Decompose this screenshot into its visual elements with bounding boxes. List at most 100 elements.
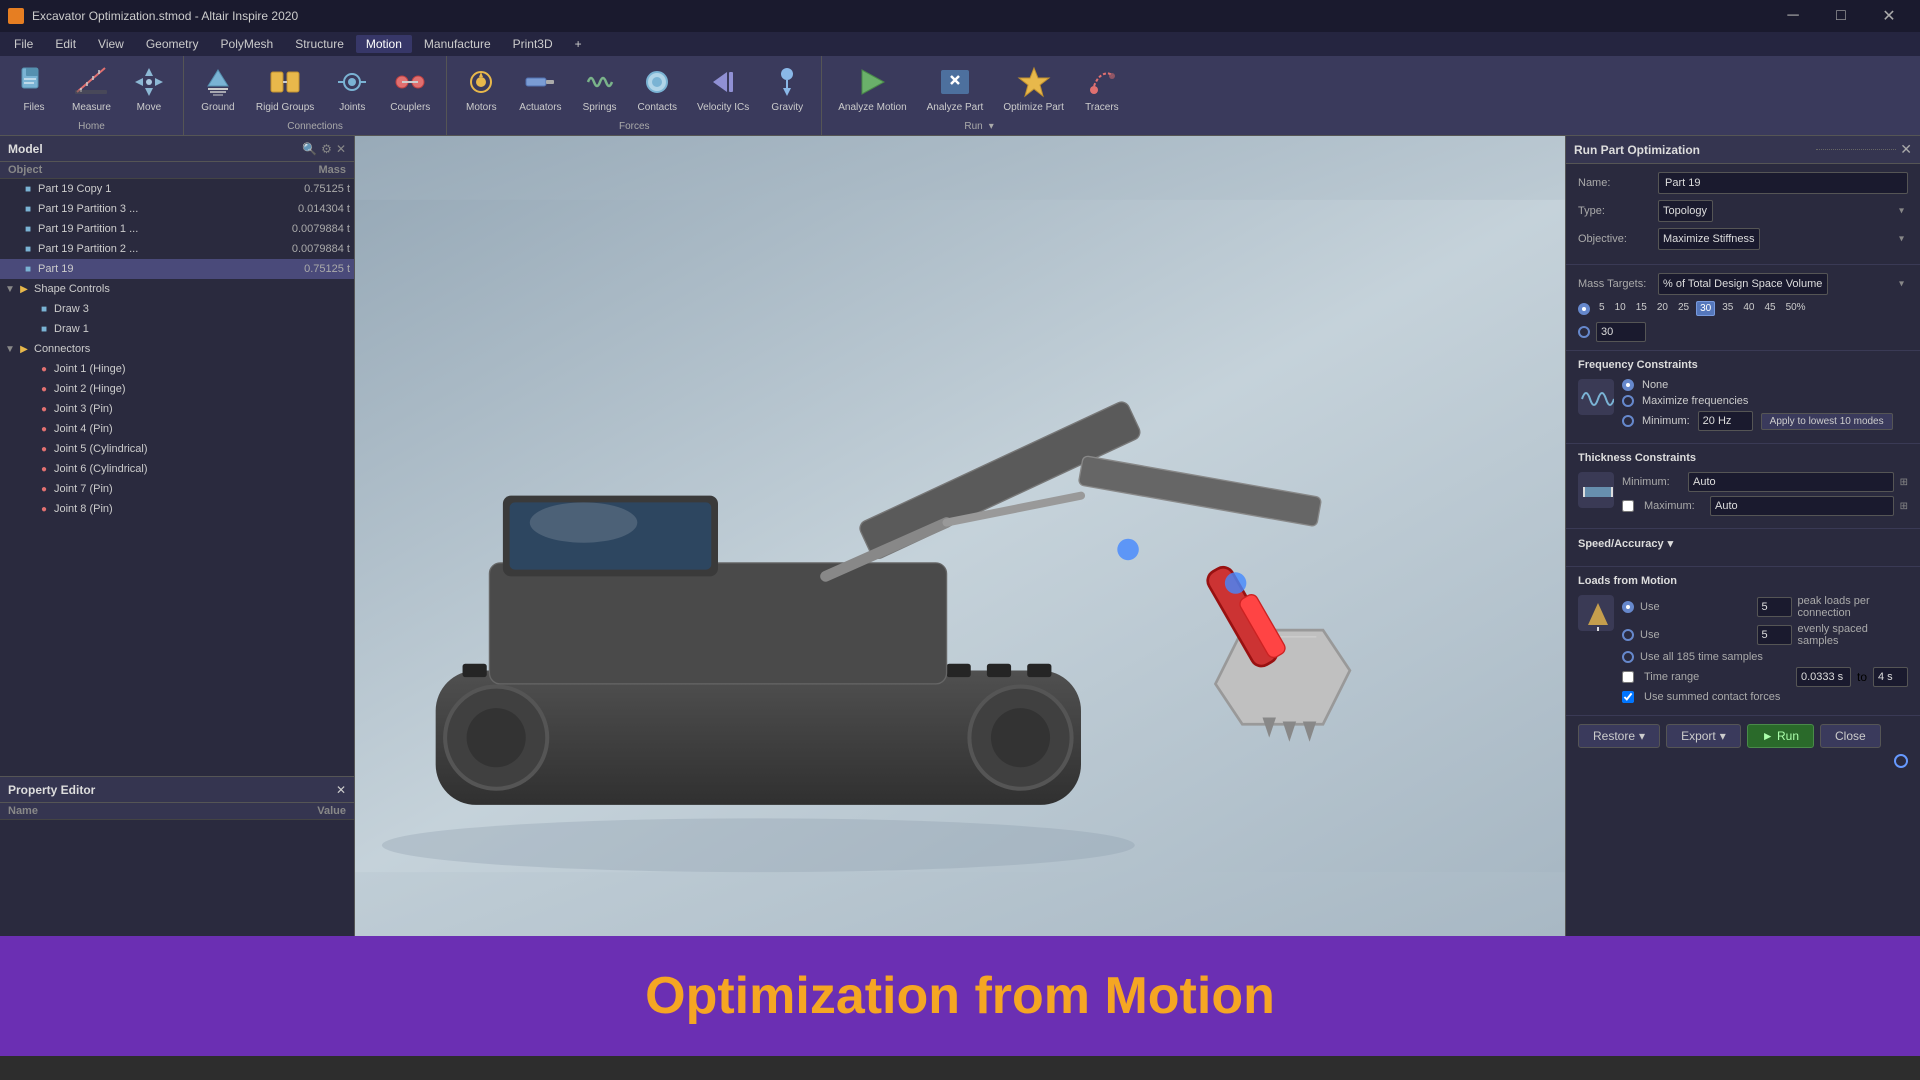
loads-peak-input[interactable] xyxy=(1757,597,1792,617)
loads-time-checkbox[interactable] xyxy=(1622,671,1634,683)
thick-min-row: Minimum: ⊞ xyxy=(1622,472,1908,492)
minimize-button[interactable]: ─ xyxy=(1770,0,1816,32)
tree-item-part19[interactable]: ■ Part 19 0.75125 t xyxy=(0,259,354,279)
tree-item-joint4[interactable]: ● Joint 4 (Pin) xyxy=(0,419,354,439)
menu-structure[interactable]: Structure xyxy=(285,35,354,53)
percent-radio-custom[interactable] xyxy=(1578,326,1590,338)
toolbar-tracers[interactable]: Tracers xyxy=(1076,60,1128,117)
loads-summed-checkbox[interactable] xyxy=(1622,691,1634,703)
tree-item-part19-partition2[interactable]: ■ Part 19 Partition 2 ... 0.0079884 t xyxy=(0,239,354,259)
pct-35[interactable]: 35 xyxy=(1719,301,1736,316)
tree-item-part19-copy1[interactable]: ■ Part 19 Copy 1 0.75125 t xyxy=(0,179,354,199)
tree-item-shape-controls[interactable]: ▼ ▶ Shape Controls xyxy=(0,279,354,299)
toolbar-move[interactable]: Move xyxy=(123,60,175,117)
maximize-button[interactable]: □ xyxy=(1818,0,1864,32)
menu-file[interactable]: File xyxy=(4,35,43,53)
toolbar-forces-label: Forces xyxy=(619,117,650,132)
toolbar-motors[interactable]: Motors xyxy=(455,60,507,117)
freq-maximize-radio[interactable] xyxy=(1622,395,1634,407)
tree-item-joint1[interactable]: ● Joint 1 (Hinge) xyxy=(0,359,354,379)
menu-print3d[interactable]: Print3D xyxy=(503,35,563,53)
toolbar-contacts[interactable]: Contacts xyxy=(630,60,685,117)
pct-5[interactable]: 5 xyxy=(1596,301,1608,316)
tree-item-part19-partition1[interactable]: ■ Part 19 Partition 1 ... 0.0079884 t xyxy=(0,219,354,239)
menu-motion[interactable]: Motion xyxy=(356,35,412,53)
thick-min-input[interactable] xyxy=(1688,472,1894,492)
name-input[interactable] xyxy=(1658,172,1908,194)
menu-polymesh[interactable]: PolyMesh xyxy=(211,35,284,53)
tree-item-joint3[interactable]: ● Joint 3 (Pin) xyxy=(0,399,354,419)
toolbar-velocity-ics[interactable]: Velocity ICs xyxy=(689,60,757,117)
loads-all-radio[interactable] xyxy=(1622,651,1634,663)
tree-item-connectors[interactable]: ▼ ▶ Connectors xyxy=(0,339,354,359)
pct-25[interactable]: 25 xyxy=(1675,301,1692,316)
menu-view[interactable]: View xyxy=(88,35,134,53)
run-button[interactable]: ► Run xyxy=(1747,724,1814,748)
toggle-icon[interactable]: ▼ xyxy=(4,343,16,355)
loads-time-start-input[interactable] xyxy=(1796,667,1851,687)
toolbar-rigid-groups[interactable]: Rigid Groups xyxy=(248,60,322,117)
toolbar-files[interactable]: Files xyxy=(8,60,60,117)
objective-row: Objective: Maximize Stiffness ▾ xyxy=(1578,228,1908,250)
panel-settings-icon[interactable]: ⚙ xyxy=(321,142,332,156)
type-select[interactable]: Topology xyxy=(1658,200,1713,222)
tree-item-part19-partition3[interactable]: ■ Part 19 Partition 3 ... 0.014304 t xyxy=(0,199,354,219)
panel-close-icon[interactable]: ✕ xyxy=(336,142,346,156)
pct-20[interactable]: 20 xyxy=(1654,301,1671,316)
toolbar-ground[interactable]: Ground xyxy=(192,60,244,117)
restore-button[interactable]: Restore ▾ xyxy=(1578,724,1660,748)
panel-search-icon[interactable]: 🔍 xyxy=(302,142,317,156)
toolbar-gravity[interactable]: Gravity xyxy=(761,60,813,117)
freq-none-radio[interactable] xyxy=(1622,379,1634,391)
tree-item-joint7[interactable]: ● Joint 7 (Pin) xyxy=(0,479,354,499)
tree-item-joint8[interactable]: ● Joint 8 (Pin) xyxy=(0,499,354,519)
freq-minimum-input[interactable] xyxy=(1698,411,1753,431)
menu-plus[interactable]: + xyxy=(565,35,592,53)
item-name: Draw 3 xyxy=(54,303,270,315)
close-button-bottom[interactable]: Close xyxy=(1820,724,1881,748)
menu-geometry[interactable]: Geometry xyxy=(136,35,209,53)
thick-max-row: Maximum: ⊞ xyxy=(1622,496,1908,516)
property-editor-close[interactable]: ✕ xyxy=(336,783,346,797)
toolbar-joints[interactable]: Joints xyxy=(326,60,378,117)
percent-radio-checked[interactable] xyxy=(1578,303,1590,315)
viewport-3d[interactable] xyxy=(355,136,1565,936)
objective-select[interactable]: Maximize Stiffness xyxy=(1658,228,1760,250)
tree-item-draw1[interactable]: ■ Draw 1 xyxy=(0,319,354,339)
toolbar-analyze-motion[interactable]: Analyze Motion xyxy=(830,60,914,117)
speed-accuracy-title[interactable]: Speed/Accuracy ▾ xyxy=(1578,537,1908,550)
thick-max-checkbox[interactable] xyxy=(1622,500,1634,512)
menu-manufacture[interactable]: Manufacture xyxy=(414,35,501,53)
tree-item-joint2[interactable]: ● Joint 2 (Hinge) xyxy=(0,379,354,399)
toolbar-springs[interactable]: Springs xyxy=(574,60,626,117)
loads-time-end-input[interactable] xyxy=(1873,667,1908,687)
pct-50[interactable]: 50% xyxy=(1783,301,1809,316)
tree-view[interactable]: ■ Part 19 Copy 1 0.75125 t ■ Part 19 Par… xyxy=(0,179,354,776)
tree-item-draw3[interactable]: ■ Draw 3 xyxy=(0,299,354,319)
loads-peak-radio[interactable] xyxy=(1622,601,1634,613)
pct-45[interactable]: 45 xyxy=(1761,301,1778,316)
pct-40[interactable]: 40 xyxy=(1740,301,1757,316)
right-panel-close-icon[interactable]: ✕ xyxy=(1900,141,1912,158)
toolbar-couplers[interactable]: Couplers xyxy=(382,60,438,117)
thick-max-input[interactable] xyxy=(1710,496,1894,516)
loads-evenly-radio[interactable] xyxy=(1622,629,1634,641)
pct-15[interactable]: 15 xyxy=(1633,301,1650,316)
close-button[interactable]: ✕ xyxy=(1866,0,1912,32)
pct-30[interactable]: 30 xyxy=(1696,301,1715,316)
freq-apply-btn[interactable]: Apply to lowest 10 modes xyxy=(1761,413,1893,430)
tree-item-joint6[interactable]: ● Joint 6 (Cylindrical) xyxy=(0,459,354,479)
export-button[interactable]: Export ▾ xyxy=(1666,724,1741,748)
mass-targets-select[interactable]: % of Total Design Space Volume xyxy=(1658,273,1828,295)
toolbar-optimize-part[interactable]: Optimize Part xyxy=(995,60,1072,117)
toolbar-actuators[interactable]: Actuators xyxy=(511,60,569,117)
toolbar-analyze-part[interactable]: Analyze Part xyxy=(919,60,992,117)
toolbar-measure[interactable]: Measure xyxy=(64,60,119,117)
freq-minimum-radio[interactable] xyxy=(1622,415,1634,427)
menu-edit[interactable]: Edit xyxy=(45,35,86,53)
tree-item-joint5[interactable]: ● Joint 5 (Cylindrical) xyxy=(0,439,354,459)
toggle-icon[interactable]: ▼ xyxy=(4,283,16,295)
loads-evenly-input[interactable] xyxy=(1757,625,1792,645)
percent-custom-input[interactable] xyxy=(1596,322,1646,342)
pct-10[interactable]: 10 xyxy=(1612,301,1629,316)
